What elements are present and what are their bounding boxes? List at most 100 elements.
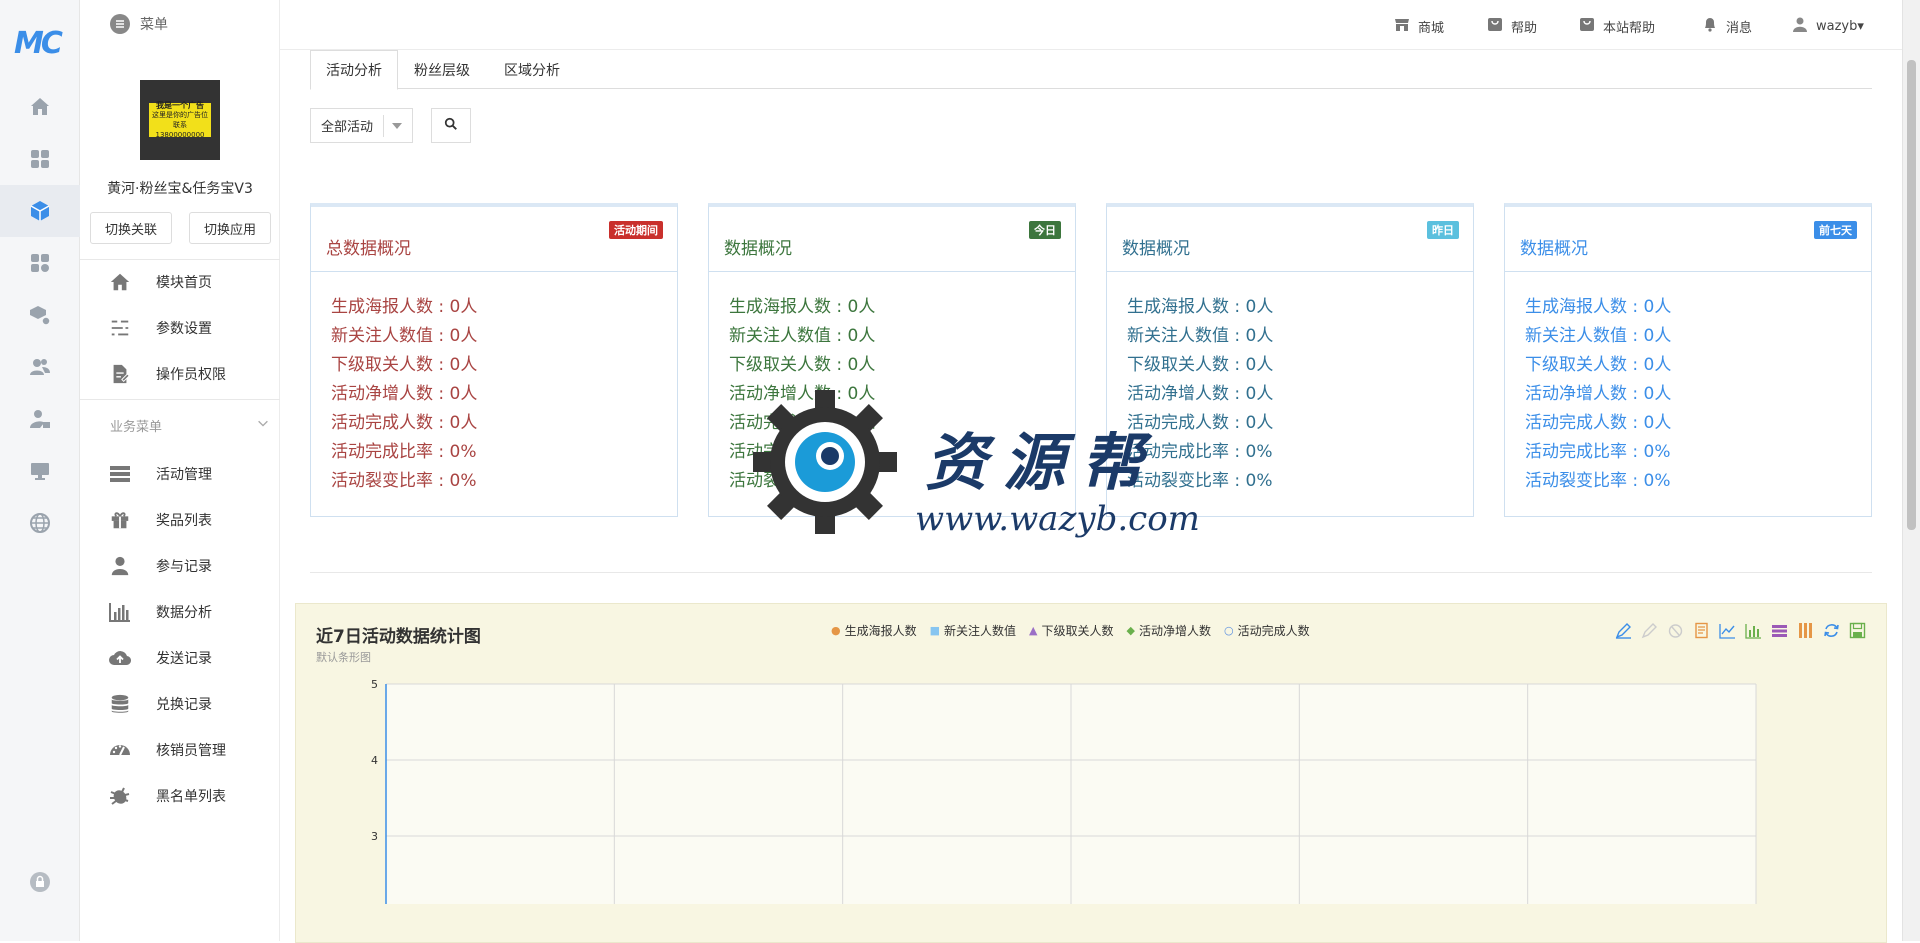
- bug-icon: [108, 784, 132, 808]
- data-view-icon[interactable]: [1693, 622, 1710, 639]
- sidebar-item-label: 模块首页: [156, 275, 212, 291]
- legend-label: 新关注人数值: [944, 624, 1017, 638]
- gift-icon: [108, 508, 132, 532]
- card-stat-row: 活动净增人数 : 0人: [729, 384, 876, 404]
- sidebar-item-label: 数据分析: [156, 605, 212, 621]
- chart-title: 近7日活动数据统计图: [316, 627, 481, 647]
- switch-link-button[interactable]: 切换关联: [90, 212, 172, 244]
- sidebar-item-label: 操作员权限: [156, 367, 226, 383]
- refresh-icon[interactable]: [1823, 622, 1840, 639]
- save-image-icon[interactable]: [1849, 622, 1866, 639]
- mark-clear-icon[interactable]: [1667, 622, 1684, 639]
- rail-users-icon[interactable]: [0, 341, 80, 393]
- legend-marker: ○: [1224, 624, 1234, 637]
- legend-item[interactable]: ○ 活动完成人数: [1224, 622, 1310, 639]
- tab-fan-level[interactable]: 粉丝层级: [399, 50, 485, 89]
- card-title: 数据概况: [1122, 239, 1190, 259]
- card-stat-row: 新关注人数值 : 0人: [1525, 326, 1672, 346]
- database-icon: [108, 692, 132, 716]
- sidebar-item-verifier-manage[interactable]: 核销员管理: [80, 727, 280, 773]
- legend-item[interactable]: ● 生成海报人数: [831, 622, 917, 639]
- tab-region-analysis[interactable]: 区域分析: [489, 50, 575, 89]
- bell-icon: [1702, 16, 1718, 36]
- line-chart-icon[interactable]: [1719, 622, 1736, 639]
- card-title: 数据概况: [724, 239, 792, 259]
- card-stat-row: 活动净增人数 : 0人: [1127, 384, 1274, 404]
- rail-user-lock-icon[interactable]: [0, 393, 80, 445]
- legend-label: 生成海报人数: [844, 624, 917, 638]
- topbar-store-link[interactable]: 商城: [1394, 16, 1444, 36]
- card-stat-row: 新关注人数值 : 0人: [729, 326, 876, 346]
- store-icon: [1394, 16, 1410, 36]
- legend-marker: ▲: [1029, 624, 1038, 637]
- card-stat-row: 活动完成比率 : 0%: [331, 442, 477, 462]
- card-stats-list: 生成海报人数 : 0人 新关注人数值 : 0人 下级取关人数 : 0人 活动净增人数 …: [1525, 293, 1671, 496]
- legend-item[interactable]: ◆ 活动净增人数: [1127, 622, 1211, 639]
- sidebar-item-blacklist[interactable]: 黑名单列表: [80, 773, 280, 819]
- card-stat-row: 活动完成人数 : 0人: [729, 413, 876, 433]
- rail-cube-icon[interactable]: [0, 185, 80, 237]
- rail-apps-settings-icon[interactable]: [0, 237, 80, 289]
- tiled-icon[interactable]: [1797, 622, 1814, 639]
- card-stat-row: 活动净增人数 : 0人: [331, 384, 478, 404]
- mark-undo-icon[interactable]: [1641, 622, 1658, 639]
- sidebar-divider: [80, 399, 280, 400]
- rail-package-gear-icon[interactable]: [0, 289, 80, 341]
- sidebar-item-operator-permission[interactable]: 操作员权限: [80, 351, 280, 397]
- ad-line-1: 我是一个广告: [156, 100, 204, 110]
- card-stat-row: 生成海报人数 : 0人: [1525, 297, 1672, 317]
- sidebar-item-label: 参数设置: [156, 321, 212, 337]
- legend-item[interactable]: ■ 新关注人数值: [930, 622, 1016, 639]
- page-scrollbar[interactable]: [1902, 0, 1920, 941]
- scrollbar-thumb[interactable]: [1907, 60, 1916, 530]
- bar-chart-icon[interactable]: [1745, 622, 1762, 639]
- chevron-down-icon: [256, 416, 270, 435]
- sidebar-item-participation-record[interactable]: 参与记录: [80, 543, 280, 589]
- topbar-messages-link[interactable]: 消息: [1702, 16, 1752, 36]
- rail-globe-icon[interactable]: [0, 497, 80, 549]
- brand-logo[interactable]: MC: [14, 26, 63, 61]
- stack-icon[interactable]: [1771, 622, 1788, 639]
- sidebar-item-label: 奖品列表: [156, 513, 212, 529]
- activity-select-value: 全部活动: [321, 120, 374, 135]
- card-title: 总数据概况: [326, 239, 411, 259]
- legend-item[interactable]: ▲ 下级取关人数: [1029, 622, 1113, 639]
- legend-marker: ◆: [1126, 624, 1135, 637]
- sidebar-item-prize-list[interactable]: 奖品列表: [80, 497, 280, 543]
- rail-monitor-icon[interactable]: [0, 445, 80, 497]
- card-header: 数据概况 今日: [709, 207, 1075, 272]
- card-stat-row: 新关注人数值 : 0人: [331, 326, 478, 346]
- rail-home-icon[interactable]: [0, 81, 80, 133]
- topbar-site-help-link[interactable]: 本站帮助: [1579, 16, 1655, 36]
- menu-list-icon: [110, 14, 130, 34]
- card-header: 数据概况 前七天: [1505, 207, 1871, 272]
- rail-lock-icon[interactable]: [0, 856, 80, 908]
- sidebar-item-data-analysis[interactable]: 数据分析: [80, 589, 280, 635]
- sidebar-item-module-home[interactable]: 模块首页: [80, 259, 280, 305]
- sidebar-item-activity-manage[interactable]: 活动管理: [80, 451, 280, 497]
- permission-doc-icon: [108, 362, 132, 386]
- tab-activity-analysis[interactable]: 活动分析: [310, 50, 398, 90]
- card-period-badge: 昨日: [1427, 221, 1459, 239]
- switch-app-button[interactable]: 切换应用: [189, 212, 271, 244]
- card-period-badge: 前七天: [1814, 221, 1857, 239]
- card-stat-row: 活动完成比率 : 0%: [1525, 442, 1671, 462]
- card-stat-row: 活动完成人数 : 0人: [1525, 413, 1672, 433]
- topbar-label: 商城: [1418, 20, 1445, 36]
- sidebar-item-settings[interactable]: 参数设置: [80, 305, 280, 351]
- biz-menu-group[interactable]: 业务菜单: [110, 416, 270, 435]
- sidebar-item-exchange-record[interactable]: 兑换记录: [80, 681, 280, 727]
- topbar-user-menu[interactable]: wazyb▾: [1792, 16, 1864, 36]
- menu-toggle[interactable]: 菜单: [110, 14, 168, 34]
- home-icon: [108, 270, 132, 294]
- rail-grid-icon[interactable]: [0, 133, 80, 185]
- biz-menu-label: 业务菜单: [110, 420, 163, 435]
- sidebar-item-send-record[interactable]: 发送记录: [80, 635, 280, 681]
- mark-pen-icon[interactable]: [1615, 622, 1632, 639]
- activity-select[interactable]: 全部活动: [310, 108, 413, 143]
- search-button[interactable]: [431, 108, 471, 143]
- topbar-label: 帮助: [1511, 20, 1538, 36]
- sidebar-item-label: 核销员管理: [156, 743, 226, 759]
- y-tick-label: 5: [371, 678, 378, 691]
- topbar-help-link[interactable]: 帮助: [1487, 16, 1537, 36]
